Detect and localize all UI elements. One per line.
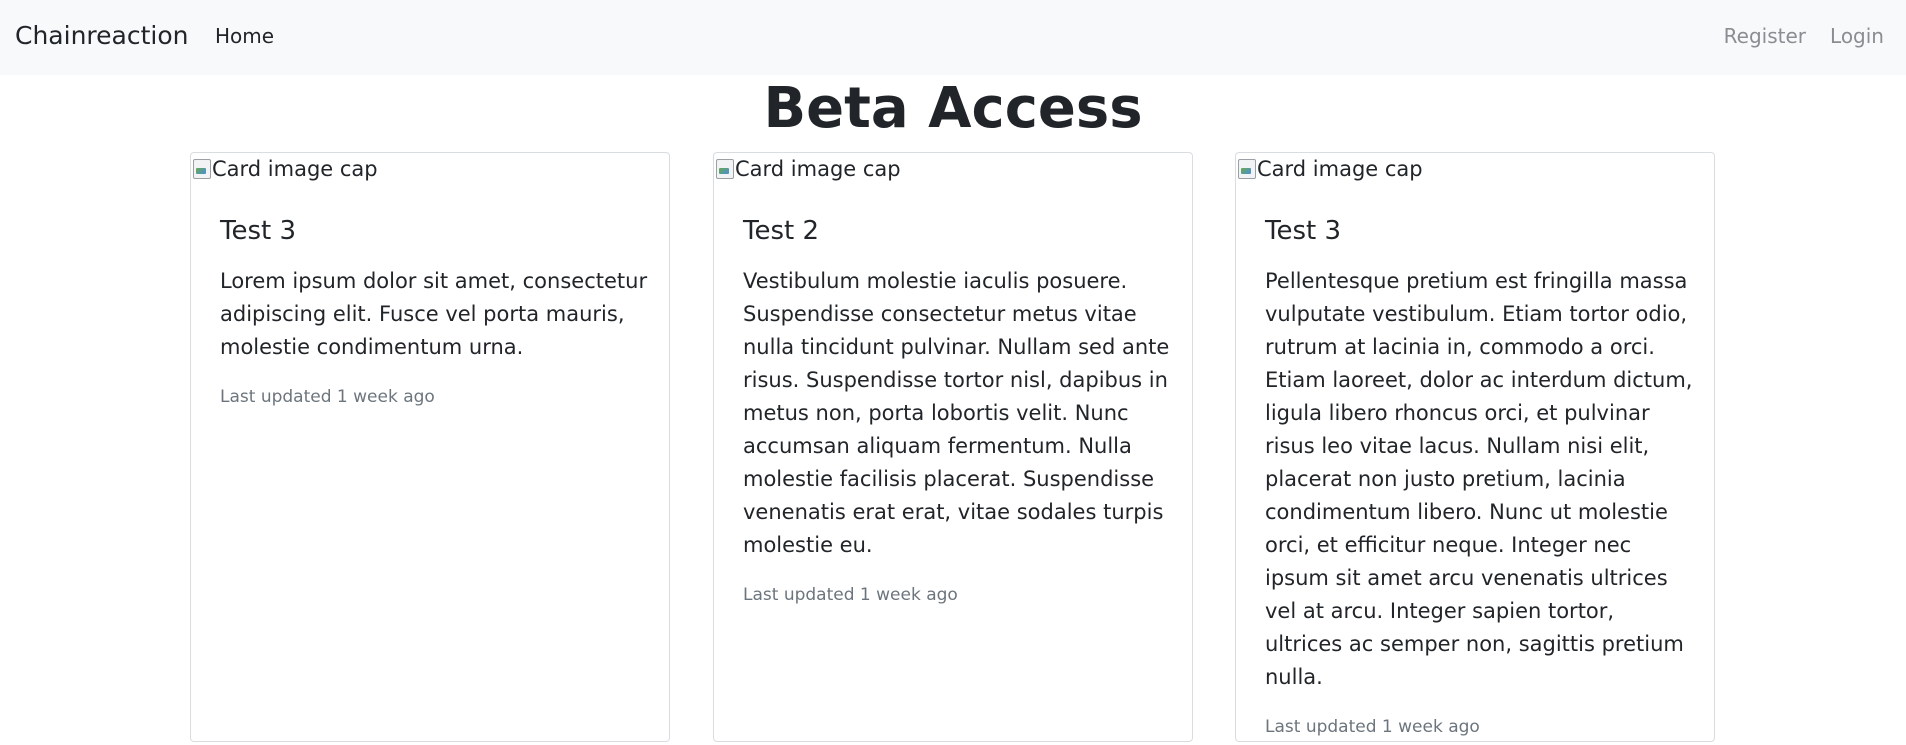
card-updated: Last updated 1 week ago	[1265, 717, 1480, 737]
card-text: Vestibulum molestie iaculis posuere. Sus…	[743, 269, 1170, 557]
card: Card image cap Test 3 Lorem ipsum dolor …	[190, 152, 670, 742]
nav-register-link[interactable]: Register	[1724, 24, 1806, 48]
broken-image-icon	[192, 158, 212, 180]
card-text: Lorem ipsum dolor sit amet, consectetur …	[220, 269, 648, 359]
nav-login-link[interactable]: Login	[1830, 24, 1884, 48]
brand-link[interactable]: Chainreaction	[15, 21, 188, 50]
card-title: Test 3	[1265, 216, 1342, 246]
card-image: Card image cap	[715, 155, 901, 183]
page-title: Beta Access	[763, 76, 1143, 141]
card-image-alt: Card image cap	[1257, 157, 1423, 181]
card-text: Pellentesque pretium est fringilla massa…	[1265, 269, 1693, 689]
nav-home-link[interactable]: Home	[215, 24, 274, 48]
card-updated: Last updated 1 week ago	[220, 387, 435, 407]
card: Card image cap Test 3 Pellentesque preti…	[1235, 152, 1715, 742]
card-body: Test 2 Vestibulum molestie iaculis posue…	[743, 215, 1173, 606]
card-body: Test 3 Pellentesque pretium est fringill…	[1265, 215, 1695, 738]
card-body: Test 3 Lorem ipsum dolor sit amet, conse…	[220, 215, 650, 408]
card-image: Card image cap	[1237, 155, 1423, 183]
card-title: Test 3	[220, 216, 297, 246]
card-updated: Last updated 1 week ago	[743, 585, 958, 605]
card-title: Test 2	[743, 216, 820, 246]
broken-image-icon	[715, 158, 735, 180]
card-image-alt: Card image cap	[735, 157, 901, 181]
card-image-alt: Card image cap	[212, 157, 378, 181]
card: Card image cap Test 2 Vestibulum molesti…	[713, 152, 1193, 742]
navbar: Chainreaction Home Register Login	[0, 0, 1906, 75]
card-image: Card image cap	[192, 155, 378, 183]
broken-image-icon	[1237, 158, 1257, 180]
